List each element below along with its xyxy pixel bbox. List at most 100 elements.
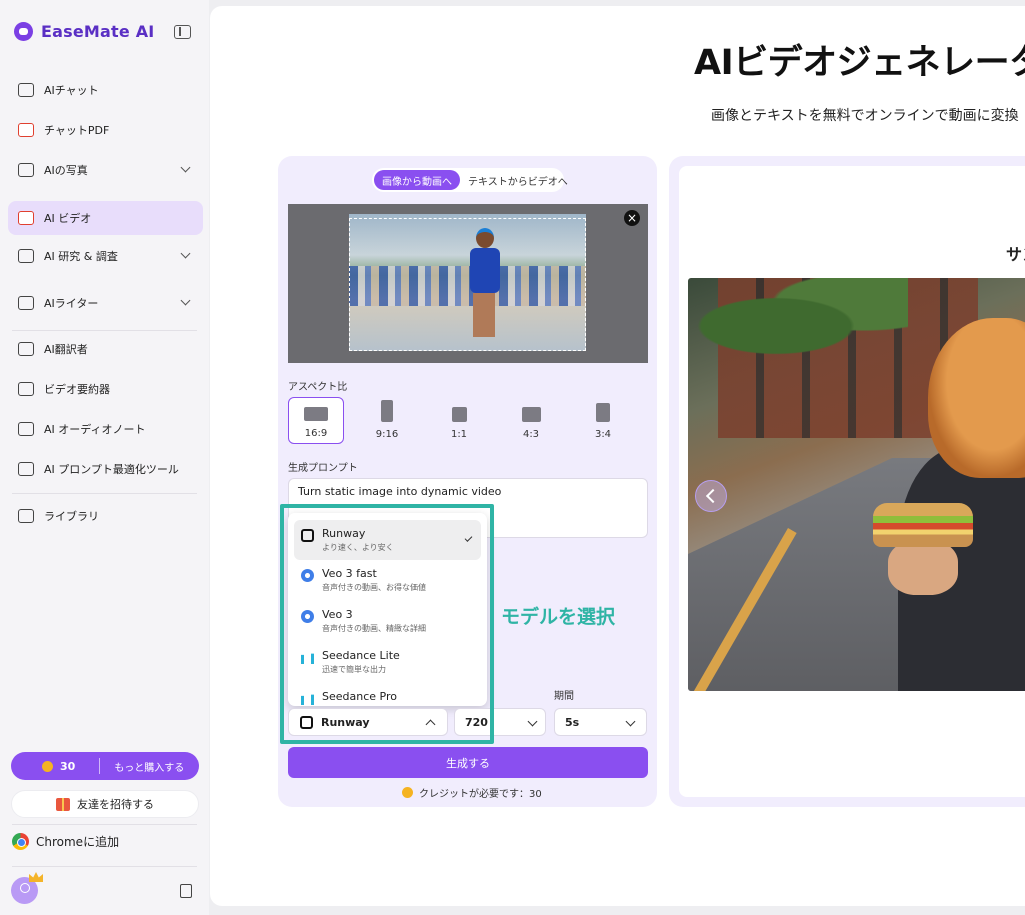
chevron-down-icon (625, 716, 636, 727)
aspect-option-1-1[interactable]: 1:1 (431, 397, 487, 444)
sidebar-item-label: AI オーディオノート (44, 423, 146, 436)
sidebar-item-ai-writer[interactable]: AIライター (8, 286, 203, 320)
aspect-option-label: 4:3 (522, 429, 540, 440)
page-subtitle: 画像とテキストを無料でオンラインで動画に変換 (711, 108, 1019, 124)
sidebar-divider (12, 824, 197, 825)
sidebar-divider (12, 866, 197, 867)
aspect-9-16-icon (381, 400, 393, 422)
sidebar-item-library[interactable]: ライブラリ (8, 499, 203, 533)
duration-value: 5s (565, 715, 580, 729)
tab-image-to-video[interactable]: 画像から動画へ (374, 170, 460, 190)
invite-label: 友達を招待する (77, 798, 154, 811)
model-highlight-box (280, 504, 494, 744)
sidebar-item-label: AI ビデオ (44, 212, 92, 225)
aspect-option-16-9[interactable]: 16:9 (288, 397, 344, 444)
aspect-option-label: 1:1 (450, 429, 468, 440)
chevron-down-icon (180, 248, 191, 259)
prompt-label: 生成プロンプト (288, 463, 358, 474)
aspect-option-3-4[interactable]: 3:4 (575, 397, 631, 444)
chat-icon (18, 83, 34, 97)
duration-label: 期間 (554, 691, 574, 702)
sidebar-item-label: AI翻訳者 (44, 343, 88, 356)
sidebar-item-ai-translator[interactable]: AI翻訳者 (8, 332, 203, 366)
crop-box[interactable] (349, 218, 586, 351)
sidebar-item-video-summarizer[interactable]: ビデオ要約器 (8, 372, 203, 406)
add-to-chrome-link[interactable]: Chromeに追加 (12, 833, 119, 850)
gift-icon (56, 797, 70, 811)
credits-button[interactable]: 30 もっと購入する (11, 752, 199, 780)
image-upload-area[interactable]: × (288, 204, 648, 363)
main-content: AIビデオジェネレーター 画像とテキストを無料でオンラインで動画に変換 画像から… (210, 6, 1025, 906)
mode-tabs: 画像から動画へ テキストからビデオへ (372, 168, 568, 192)
aspect-option-4-3[interactable]: 4:3 (503, 397, 559, 444)
sample-panel: サン (669, 156, 1025, 807)
aspect-1-1-icon (451, 407, 467, 422)
previous-arrow-icon[interactable] (695, 480, 727, 512)
sidebar: EaseMate AI AIチャット チャットPDF AIの写真 AI ビデオ … (0, 0, 209, 915)
logo-text: EaseMate AI (41, 22, 155, 41)
sidebar-item-ai-video[interactable]: AI ビデオ (8, 201, 203, 235)
sidebar-item-prompt-optimizer[interactable]: AI プロンプト最適化ツール (8, 452, 203, 486)
sidebar-item-label: AIライター (44, 297, 99, 310)
sidebar-item-label: ビデオ要約器 (44, 383, 110, 396)
sidebar-collapse-icon[interactable] (174, 25, 191, 39)
sidebar-item-label: AIチャット (44, 84, 99, 97)
translate-icon (18, 342, 34, 356)
credit-note: クレジットが必要です：30 (402, 785, 542, 800)
chevron-down-icon (527, 716, 538, 727)
photo-icon (18, 163, 34, 177)
aspect-4-3-icon (521, 407, 541, 422)
coin-icon (402, 787, 413, 798)
sample-preview: サン (679, 166, 1025, 797)
sidebar-item-ai-audio-notes[interactable]: AI オーディオノート (8, 412, 203, 446)
invite-friends-button[interactable]: 友達を招待する (11, 790, 199, 818)
easemate-logo-icon (14, 22, 33, 41)
sparkle-icon (18, 462, 34, 476)
aspect-3-4-icon (596, 403, 610, 422)
coin-icon (42, 760, 53, 772)
aspect-16-9-icon (304, 407, 328, 421)
add-to-chrome-label: Chromeに追加 (36, 835, 120, 849)
sidebar-item-ai-photo[interactable]: AIの写真 (8, 153, 203, 187)
sidebar-item-label: ライブラリ (44, 510, 99, 523)
sidebar-item-label: AI プロンプト最適化ツール (44, 463, 179, 476)
credit-separator (99, 758, 101, 774)
chevron-down-icon (180, 162, 191, 173)
duration-select[interactable]: 5s (554, 708, 647, 736)
generator-panel: 画像から動画へ テキストからビデオへ × アスペクト比 16:9 9:16 1:… (278, 156, 657, 807)
aspect-option-label: 9:16 (375, 429, 399, 440)
chevron-down-icon (180, 295, 191, 306)
research-icon (18, 249, 34, 263)
menu-list-icon[interactable] (180, 884, 192, 898)
sample-label: サン (1006, 245, 1025, 264)
sidebar-item-label: AI 研究 & 調査 (44, 250, 118, 263)
generate-button[interactable]: 生成する (288, 747, 648, 778)
aspect-ratio-label: アスペクト比 (288, 382, 348, 393)
pdf-icon (18, 123, 34, 137)
sidebar-item-ai-research[interactable]: AI 研究 & 調査 (8, 239, 203, 273)
sidebar-item-ai-chat[interactable]: AIチャット (8, 73, 203, 107)
aspect-option-label: 16:9 (304, 428, 328, 439)
tab-text-to-video[interactable]: テキストからビデオへ (460, 170, 576, 190)
crown-icon (29, 872, 43, 882)
video-icon (18, 211, 34, 225)
sidebar-divider (12, 493, 197, 494)
buy-more-link[interactable]: もっと購入する (114, 759, 184, 774)
aspect-option-label: 3:4 (594, 429, 612, 440)
select-model-annotation: モデルを選択 (501, 606, 616, 628)
close-icon[interactable]: × (624, 210, 640, 226)
sidebar-item-chat-pdf[interactable]: チャットPDF (8, 113, 203, 147)
credit-note-text: クレジットが必要です：30 (419, 789, 542, 800)
library-icon (18, 509, 34, 523)
audio-wave-icon (18, 422, 34, 436)
play-icon (18, 382, 34, 396)
page-title: AIビデオジェネレーター (694, 43, 1025, 83)
sidebar-item-label: チャットPDF (44, 124, 110, 137)
chrome-icon (12, 833, 29, 850)
sidebar-divider (12, 330, 197, 331)
sample-image (688, 278, 1025, 691)
sidebar-item-label: AIの写真 (44, 164, 88, 177)
aspect-option-9-16[interactable]: 9:16 (359, 397, 415, 444)
logo[interactable]: EaseMate AI (14, 22, 154, 41)
pen-icon (18, 296, 34, 310)
